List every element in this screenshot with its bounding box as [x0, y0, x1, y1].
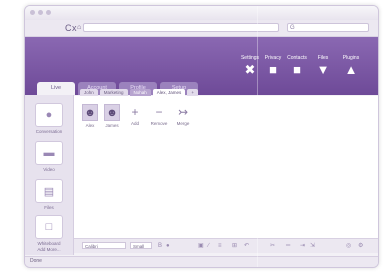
video-camera-icon: ▬ — [35, 141, 63, 165]
sidebar-item-video[interactable]: ▬ Video — [31, 141, 67, 172]
participant-name: Alex — [85, 123, 95, 128]
privacy-tool[interactable]: Privacy ■ — [261, 55, 285, 77]
person-icon: ☻ — [106, 107, 118, 119]
files-tool[interactable]: Files ▼ — [311, 55, 335, 77]
action-label: Merge — [176, 121, 190, 126]
whiteboard-icon: □ — [35, 215, 63, 239]
participant-name: James — [105, 123, 119, 128]
files-label: Files — [317, 55, 329, 61]
avatar: ☻ — [104, 104, 120, 121]
link-icon[interactable]: ∕ — [208, 242, 209, 250]
merge-button[interactable]: ↣ Merge — [174, 104, 192, 128]
sidebar-item-conversation[interactable]: ● Conversation — [31, 103, 67, 134]
reload-icon[interactable]: C — [65, 23, 72, 33]
font-select[interactable]: Calibri — [82, 242, 126, 249]
color-icon[interactable]: ● — [166, 242, 170, 250]
speech-bubble-icon: ● — [35, 103, 63, 127]
help-icon[interactable]: ◎ — [346, 242, 351, 250]
sidebar-item-files[interactable]: ▤ Files — [31, 179, 67, 210]
browser-window: C x ⌂ G Settings ✖ Privacy ■ Contacts ■ … — [24, 5, 379, 268]
bold-icon[interactable]: B — [158, 242, 162, 250]
folder-icon: ▤ — [35, 179, 63, 203]
plus-icon: + — [131, 105, 139, 119]
participant-james[interactable]: ☻ James — [104, 104, 120, 128]
plugins-tool[interactable]: Plugins ▲ — [339, 55, 363, 77]
settings-tool[interactable]: Settings ✖ — [238, 55, 262, 77]
sidebar-add-more[interactable]: Add More... — [31, 245, 67, 252]
sidebar-item-whiteboard[interactable]: □ Whiteboard — [31, 215, 67, 246]
plugins-label: Plugins — [342, 55, 360, 61]
address-bar[interactable] — [83, 23, 279, 32]
expand-icon[interactable]: ⇲ — [310, 242, 315, 250]
maximize-window-button[interactable] — [46, 10, 51, 15]
undo-icon[interactable]: ↶ — [244, 242, 249, 250]
status-text: Done — [30, 258, 42, 264]
search-engine-icon: G — [290, 25, 295, 31]
home-icon[interactable]: ⌂ — [77, 23, 81, 33]
minus-icon: − — [155, 105, 163, 119]
app-header: Settings ✖ Privacy ■ Contacts ■ Files ▼ … — [25, 37, 378, 95]
add-participant-button[interactable]: + Add — [126, 104, 144, 128]
table-icon[interactable]: ⊞ — [232, 242, 237, 250]
close-window-button[interactable] — [30, 10, 35, 15]
conversation-tabs: John Marketing Nohah Alex, James + — [80, 89, 198, 96]
sidebar-item-label: Files — [44, 205, 54, 210]
subtab-marketing[interactable]: Marketing — [99, 89, 128, 96]
action-label: Remove — [150, 121, 168, 126]
settings-label: Settings — [240, 55, 260, 61]
avatar: ☻ — [82, 104, 98, 121]
folder-icon: ▼ — [316, 62, 330, 77]
cut-icon[interactable]: ✂ — [270, 242, 275, 250]
subtab-alex-james[interactable]: Alex, James — [152, 89, 186, 96]
status-bar: Done — [25, 256, 378, 267]
sidebar-item-label: Conversation — [35, 129, 63, 134]
tab-live[interactable]: Live — [37, 82, 75, 95]
window-controls — [30, 10, 51, 15]
person-icon: ☻ — [84, 107, 96, 119]
title-bar — [25, 6, 378, 20]
formatting-toolbar: Calibri Small B ● ▣ ∕ ≡ ⊞ ↶ ✂ ═ ⇥ ⇲ ◎ ⚙ — [74, 238, 378, 253]
divider — [257, 6, 258, 267]
list-icon[interactable]: ≡ — [218, 242, 222, 250]
lock-icon: ■ — [269, 62, 277, 77]
stop-icon[interactable]: x — [72, 23, 77, 33]
merge-arrow-icon: ↣ — [177, 105, 189, 119]
action-label: Add — [130, 121, 139, 126]
participant-alex[interactable]: ☻ Alex — [82, 104, 98, 128]
subtab-john[interactable]: John — [80, 89, 98, 96]
privacy-label: Privacy — [264, 55, 282, 61]
contacts-label: Contacts — [287, 55, 307, 61]
participants-bar: ☻ Alex ☻ James + Add − Remove ↣ Merge — [82, 104, 192, 128]
search-input[interactable]: G — [287, 23, 369, 32]
sidebar-item-label: Video — [43, 167, 55, 172]
image-icon[interactable]: ▣ — [198, 242, 204, 250]
wrench-icon: ✖ — [244, 62, 256, 77]
align-icon[interactable]: ═ — [286, 242, 290, 250]
minimize-window-button[interactable] — [38, 10, 43, 15]
plugin-icon: ▲ — [344, 62, 358, 77]
font-size-select[interactable]: Small — [130, 242, 152, 249]
browser-nav-bar: C x ⌂ G — [25, 20, 378, 37]
sidebar: ● Conversation ▬ Video ▤ Files □ Whitebo… — [25, 95, 74, 255]
subtab-nohah[interactable]: Nohah — [129, 89, 151, 96]
contacts-tool[interactable]: Contacts ■ — [285, 55, 309, 77]
indent-icon[interactable]: ⇥ — [300, 242, 305, 250]
remove-participant-button[interactable]: − Remove — [150, 104, 168, 128]
conversation-area: ☻ Alex ☻ James + Add − Remove ↣ Merge — [74, 96, 378, 238]
add-tab-button[interactable]: + — [187, 89, 198, 96]
settings-icon[interactable]: ⚙ — [358, 242, 363, 250]
book-icon: ■ — [293, 62, 301, 77]
add-more-label: Add More... — [37, 247, 61, 252]
